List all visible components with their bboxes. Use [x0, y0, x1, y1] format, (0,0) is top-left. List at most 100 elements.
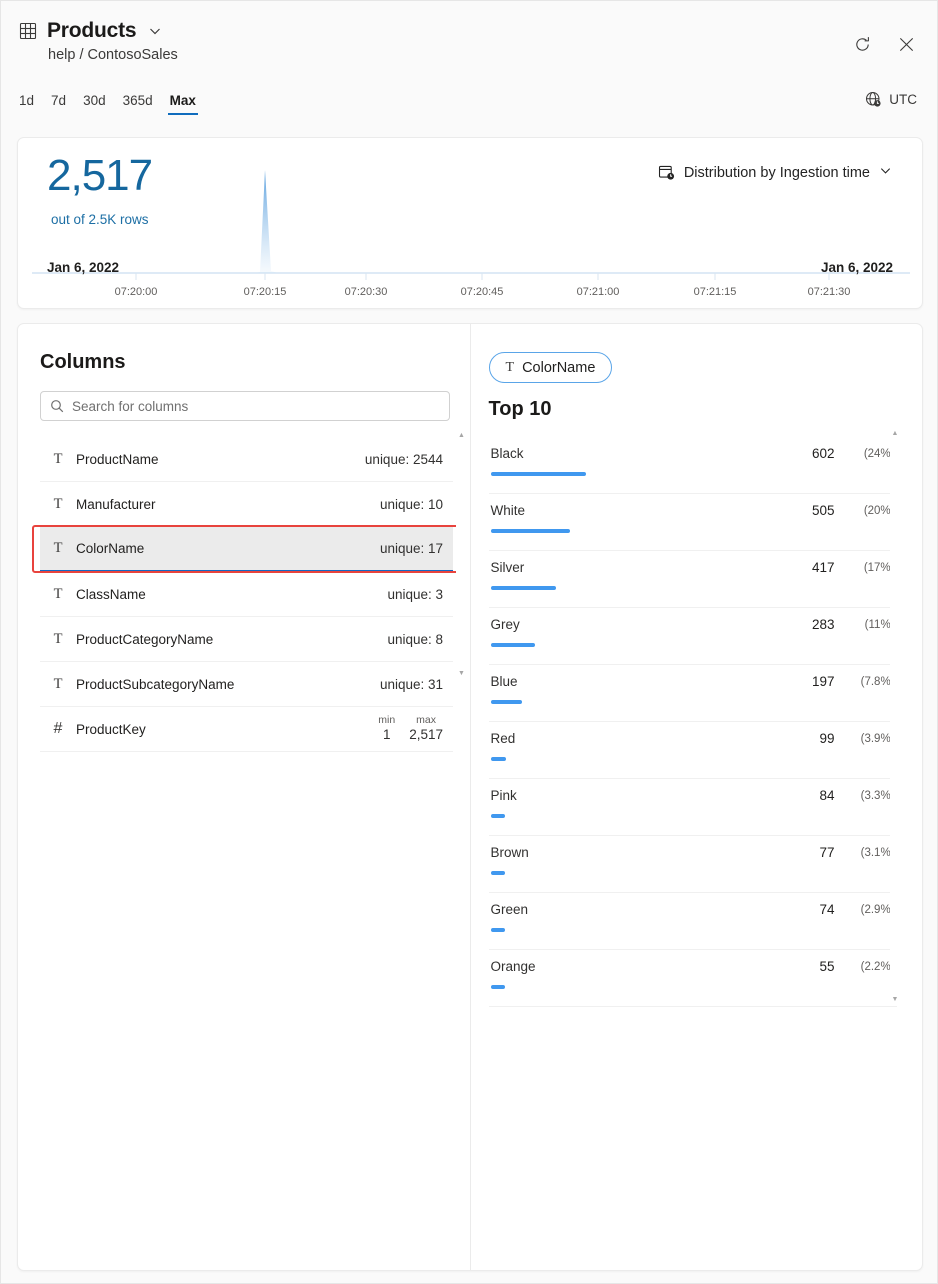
- distribution-label: Distribution by Ingestion time: [684, 165, 870, 181]
- scroll-up-arrow-icon[interactable]: ▲: [458, 432, 465, 439]
- top-value-bar: [491, 871, 505, 875]
- string-type-icon: T: [48, 586, 68, 603]
- top-value-row[interactable]: Brown77(3.1%): [489, 836, 897, 893]
- number-type-icon: #: [48, 720, 68, 738]
- column-row-productname[interactable]: TProductNameunique: 2544: [40, 437, 453, 482]
- columns-scrollbar[interactable]: ▲ ▼: [456, 432, 467, 677]
- string-type-icon: T: [48, 676, 68, 693]
- distribution-selector[interactable]: Distribution by Ingestion time: [658, 164, 892, 181]
- top-values-title: Top 10: [489, 398, 923, 421]
- string-type-icon: T: [48, 540, 68, 557]
- top-value-label: Black: [491, 446, 524, 461]
- header-actions: [849, 31, 919, 57]
- string-type-icon: T: [48, 451, 68, 468]
- top-value-label: Green: [491, 902, 529, 917]
- top-value-row[interactable]: Green74(2.9%): [489, 893, 897, 950]
- top-value-count: 283: [812, 617, 835, 632]
- top-value-bar: [491, 643, 536, 647]
- column-stat: unique: 3: [387, 587, 449, 602]
- top-value-count: 505: [812, 503, 835, 518]
- top-value-bar: [491, 928, 505, 932]
- close-icon[interactable]: [893, 31, 919, 57]
- top-value-row[interactable]: Grey283(11%): [489, 608, 897, 665]
- x-axis-tick-label: 07:20:45: [461, 286, 504, 298]
- top-value-bar: [491, 757, 507, 761]
- globe-clock-icon: [865, 91, 882, 108]
- selected-column-pill[interactable]: T ColorName: [489, 352, 613, 383]
- column-row-productcategoryname[interactable]: T ProductCategoryName unique: 8: [40, 617, 453, 662]
- column-row-manufacturer[interactable]: T Manufacturer unique: 10: [40, 482, 453, 527]
- column-name: ColorName: [76, 541, 144, 556]
- breadcrumb: help / ContosoSales: [48, 47, 917, 63]
- column-row-classname[interactable]: T ClassName unique: 3: [40, 572, 453, 617]
- column-name: Manufacturer: [76, 497, 156, 512]
- top-value-bar: [491, 586, 557, 590]
- string-type-icon: T: [48, 496, 68, 513]
- top-value-row[interactable]: Silver417(17%): [489, 551, 897, 608]
- time-range-max[interactable]: Max: [170, 93, 196, 115]
- top-value-count: 99: [819, 731, 834, 746]
- title-row: Products: [19, 19, 917, 43]
- x-axis-tick-label: 07:21:30: [808, 286, 851, 298]
- column-min-value: 1: [378, 727, 395, 744]
- string-type-icon: T: [48, 631, 68, 648]
- column-stat: unique: 2544: [365, 452, 449, 467]
- metrics-window: Products help / ContosoSales: [0, 0, 938, 1284]
- time-range-bar: 1d 7d 30d 365d Max UTC: [1, 93, 937, 131]
- top-value-bar: [491, 472, 586, 476]
- top-value-label: Pink: [491, 788, 517, 803]
- column-row-productkey[interactable]: #ProductKeymin1max2,517: [40, 707, 453, 752]
- column-name: ClassName: [76, 587, 146, 602]
- columns-title: Columns: [40, 351, 470, 374]
- refresh-icon[interactable]: [849, 31, 875, 57]
- columns-list: TProductNameunique: 2544TManufactureruni…: [40, 437, 453, 752]
- column-max-label: max: [409, 714, 443, 727]
- top-values-scrollbar[interactable]: ▲ ▼: [890, 430, 901, 1003]
- top-value-row[interactable]: Red99(3.9%): [489, 722, 897, 779]
- chart-start-date: Jan 6, 2022: [47, 260, 119, 275]
- column-min-label: min: [378, 714, 395, 727]
- column-stat: unique: 31: [380, 677, 449, 692]
- x-axis-tick-label: 07:21:15: [694, 286, 737, 298]
- top-value-count: 417: [812, 560, 835, 575]
- scroll-up-arrow-icon[interactable]: ▲: [892, 430, 899, 437]
- x-axis-tick-label: 07:21:00: [577, 286, 620, 298]
- top-value-count: 602: [812, 446, 835, 461]
- column-max-value: 2,517: [409, 727, 443, 744]
- top-value-label: White: [491, 503, 526, 518]
- top-value-row[interactable]: White505(20%): [489, 494, 897, 551]
- top-value-row[interactable]: Black602(24%): [489, 437, 897, 494]
- selected-column-label: ColorName: [522, 360, 595, 376]
- scroll-down-arrow-icon[interactable]: ▼: [458, 670, 465, 677]
- x-axis-tick-label: 07:20:00: [115, 286, 158, 298]
- top-value-bar: [491, 700, 522, 704]
- top-value-row[interactable]: Orange55(2.2%): [489, 950, 897, 1007]
- column-name: ProductCategoryName: [76, 632, 213, 647]
- time-range-7d[interactable]: 7d: [51, 93, 66, 115]
- time-range-30d[interactable]: 30d: [83, 93, 106, 115]
- timezone-label: UTC: [889, 92, 917, 107]
- column-row-productsubcategoryname[interactable]: TProductSubcategoryNameunique: 31: [40, 662, 453, 707]
- column-stat: unique: 17: [380, 541, 449, 556]
- top-value-row[interactable]: Blue197(7.8%): [489, 665, 897, 722]
- page-title: Products: [47, 19, 136, 43]
- search-columns-field[interactable]: [40, 391, 450, 421]
- top-value-count: 84: [819, 788, 834, 803]
- top-value-label: Blue: [491, 674, 518, 689]
- string-type-icon: T: [506, 360, 515, 376]
- x-axis-tick-label: 07:20:15: [244, 286, 287, 298]
- x-axis-tick-label: 07:20:30: [345, 286, 388, 298]
- top-value-row[interactable]: Pink84(3.3%): [489, 779, 897, 836]
- column-row-colorname[interactable]: T ColorName unique: 17: [40, 527, 453, 572]
- top-value-label: Silver: [491, 560, 525, 575]
- time-range-365d[interactable]: 365d: [123, 93, 153, 115]
- column-stat: unique: 8: [387, 632, 449, 647]
- column-stat: unique: 10: [380, 497, 449, 512]
- chevron-down-icon[interactable]: [148, 24, 162, 38]
- time-range-1d[interactable]: 1d: [19, 93, 34, 115]
- search-input[interactable]: [72, 399, 440, 414]
- top-value-label: Grey: [491, 617, 520, 632]
- scroll-down-arrow-icon[interactable]: ▼: [892, 996, 899, 1003]
- timezone-selector[interactable]: UTC: [865, 91, 917, 108]
- top-value-bar: [491, 529, 571, 533]
